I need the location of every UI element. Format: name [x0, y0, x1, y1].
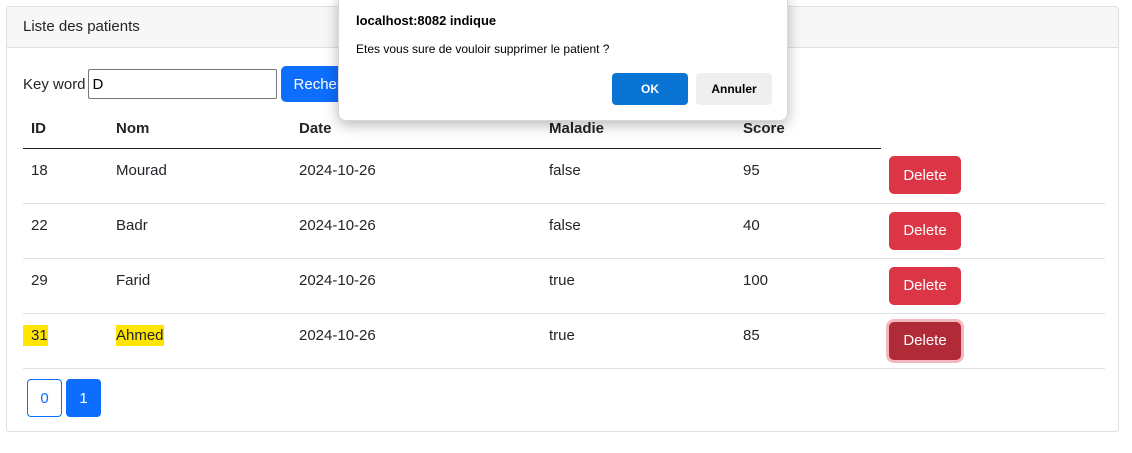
cell-action: Delete [881, 148, 1105, 204]
cell-score: 85 [735, 313, 881, 369]
cell-date: 2024-10-26 [291, 258, 541, 314]
cell-maladie: true [541, 313, 735, 369]
cell-id: 31 [23, 313, 108, 369]
dialog-cancel-button[interactable]: Annuler [696, 73, 772, 105]
page-button-1[interactable]: 1 [66, 379, 101, 417]
delete-button[interactable]: Delete [889, 211, 961, 250]
table-row: 29 Farid 2024-10-26 true 100 Delete [23, 258, 1105, 314]
cell-action: Delete [881, 203, 1105, 259]
cell-score: 95 [735, 148, 881, 204]
table-row: 22 Badr 2024-10-26 false 40 Delete [23, 203, 1105, 259]
header-nom: Nom [108, 110, 291, 149]
search-label: Key word [23, 75, 86, 93]
dialog-ok-button[interactable]: OK [612, 73, 688, 105]
cell-nom: Ahmed [108, 313, 291, 369]
page-button-0[interactable]: 0 [27, 379, 62, 417]
cell-date: 2024-10-26 [291, 203, 541, 259]
cell-action: Delete [881, 313, 1105, 369]
cell-score: 100 [735, 258, 881, 314]
header-action [881, 110, 1105, 148]
delete-button[interactable]: Delete [889, 266, 961, 305]
cell-date: 2024-10-26 [291, 148, 541, 204]
dialog-message: Etes vous sure de vouloir supprimer le p… [356, 42, 610, 56]
dialog-title: localhost:8082 indique [356, 13, 497, 28]
cell-nom: Badr [108, 203, 291, 259]
highlighted-id: 31 [23, 324, 48, 346]
search-form: Key word Rechercher [23, 66, 351, 102]
cell-maladie: true [541, 258, 735, 314]
confirm-dialog: localhost:8082 indique Etes vous sure de… [338, 0, 788, 121]
cell-nom: Farid [108, 258, 291, 314]
cell-id: 29 [23, 258, 108, 314]
cell-maladie: false [541, 203, 735, 259]
delete-button[interactable]: Delete [889, 156, 961, 194]
cell-action: Delete [881, 258, 1105, 314]
cell-id: 18 [23, 148, 108, 204]
search-input[interactable] [87, 69, 277, 99]
cell-maladie: false [541, 148, 735, 204]
card-title: Liste des patients [23, 18, 140, 35]
table-row: 31 Ahmed 2024-10-26 true 85 Delete [23, 313, 1105, 369]
highlighted-nom: Ahmed [116, 324, 164, 346]
pagination: 0 1 [27, 379, 105, 417]
delete-button[interactable]: Delete [889, 321, 961, 360]
header-id: ID [23, 110, 108, 149]
cell-date: 2024-10-26 [291, 313, 541, 369]
patients-table: ID Nom Date Maladie Score 18 Mourad 2024… [23, 110, 1105, 369]
cell-id: 22 [23, 203, 108, 259]
table-row: 18 Mourad 2024-10-26 false 95 Delete [23, 148, 1105, 204]
cell-nom: Mourad [108, 148, 291, 204]
cell-score: 40 [735, 203, 881, 259]
